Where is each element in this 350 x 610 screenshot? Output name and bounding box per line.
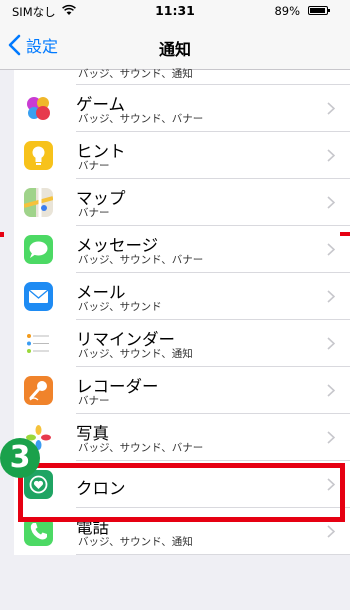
recorder-icon <box>24 376 53 405</box>
annotation-edge-mark <box>340 232 350 236</box>
status-bar: SIMなし 11:31 89% <box>0 0 350 22</box>
chevron-right-icon <box>327 243 335 256</box>
row-divider <box>76 554 350 555</box>
chevron-right-icon <box>327 431 335 444</box>
list-footer-space <box>0 585 350 610</box>
chevron-right-icon <box>327 102 335 115</box>
maps-icon <box>24 188 53 217</box>
battery-percent-label: 89% <box>274 4 300 18</box>
list-item-subtitle: バッジ、サウンド、バナー <box>78 442 204 454</box>
annotation-edge-mark <box>0 232 4 237</box>
notifications-screen: SIMなし 11:31 89% 設定 通知 バッジ、サウンド、通知 ゲーム バッ… <box>0 0 350 610</box>
tips-icon <box>24 141 53 170</box>
list-item-tips[interactable]: ヒント バナー <box>14 132 350 179</box>
list-item-subtitle: バッジ、サウンド <box>78 301 162 313</box>
battery-icon <box>308 6 330 15</box>
list-item-subtitle: バッジ、サウンド、通知 <box>78 68 193 80</box>
chevron-right-icon <box>327 337 335 350</box>
mail-icon <box>24 282 53 311</box>
list-item-subtitle: バッジ、サウンド、通知 <box>78 348 193 360</box>
list-item-partial[interactable]: バッジ、サウンド、通知 <box>14 68 350 85</box>
list-item-photos[interactable]: 写真 バッジ、サウンド、バナー <box>14 414 350 461</box>
chevron-right-icon <box>327 196 335 209</box>
navigation-bar: 設定 通知 <box>0 22 350 70</box>
page-title: 通知 <box>158 40 191 59</box>
reminders-icon <box>24 329 53 358</box>
chevron-right-icon <box>327 290 335 303</box>
step-number-badge: 3 <box>0 438 40 478</box>
list-item-subtitle: バッジ、サウンド、バナー <box>78 113 204 125</box>
game-center-icon <box>24 94 53 123</box>
list-item-reminders[interactable]: リマインダー バッジ、サウンド、通知 <box>14 320 350 367</box>
highlight-box <box>18 463 345 522</box>
list-item-subtitle: バナー <box>78 160 110 172</box>
list-item-games[interactable]: ゲーム バッジ、サウンド、バナー <box>14 85 350 132</box>
list-item-subtitle: バナー <box>78 207 110 219</box>
chevron-right-icon <box>327 384 335 397</box>
list-item-recorder[interactable]: レコーダー バナー <box>14 367 350 414</box>
messages-icon <box>24 235 53 264</box>
chevron-right-icon <box>327 525 335 538</box>
list-item-subtitle: バナー <box>78 395 110 407</box>
list-item-maps[interactable]: マップ バナー <box>14 179 350 226</box>
list-item-subtitle: バッジ、サウンド、通知 <box>78 536 193 548</box>
list-item-messages[interactable]: メッセージ バッジ、サウンド、バナー <box>14 226 350 273</box>
chevron-right-icon <box>327 149 335 162</box>
list-item-subtitle: バッジ、サウンド、バナー <box>78 254 204 266</box>
list-item-mail[interactable]: メール バッジ、サウンド <box>14 273 350 320</box>
